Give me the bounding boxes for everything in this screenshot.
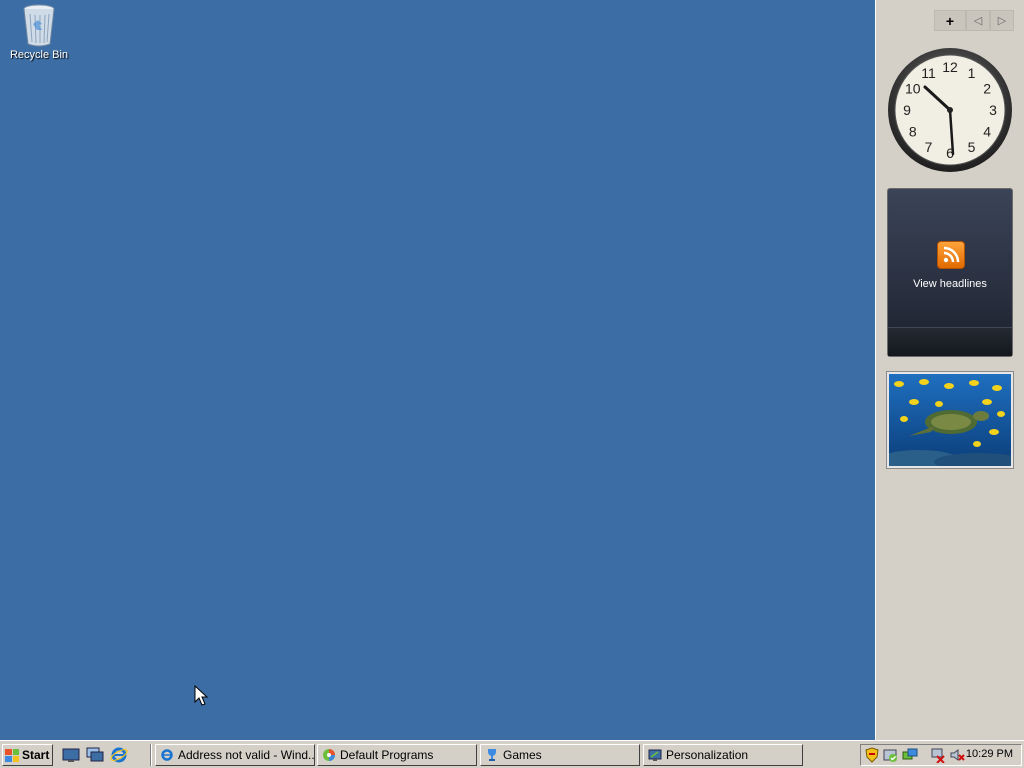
next-page-button[interactable]: ▷	[990, 10, 1014, 31]
task-button-personalization[interactable]: Personalization	[643, 744, 803, 766]
clock-numeral: 2	[983, 81, 991, 97]
task-label: Games	[503, 748, 542, 762]
clock-numeral: 12	[942, 59, 958, 75]
task-button-default-programs[interactable]: Default Programs	[317, 744, 477, 766]
windows-defender-icon[interactable]	[883, 747, 899, 763]
slideshow-gadget[interactable]	[886, 371, 1014, 469]
recycle-bin-label: Recycle Bin	[9, 49, 69, 61]
clock-numeral: 9	[903, 102, 911, 118]
recycle-bin-icon	[23, 4, 55, 47]
network-disconnected-icon[interactable]	[930, 747, 946, 763]
desktop[interactable]: Recycle Bin	[0, 0, 875, 740]
clock-numeral: 11	[921, 65, 936, 81]
switch-windows-icon[interactable]	[86, 746, 104, 764]
task-label: Address not valid - Wind...	[178, 748, 315, 762]
clock-numeral: 7	[925, 139, 933, 155]
volume-muted-icon[interactable]	[949, 747, 965, 763]
previous-page-button[interactable]: ◁	[966, 10, 990, 31]
clock-numeral: 5	[968, 139, 976, 155]
taskbar: Start Address not valid - Wind... Defaul…	[0, 740, 1024, 768]
clock-numeral: 8	[909, 124, 917, 140]
clock-time[interactable]: 10:29 PM	[966, 748, 1013, 760]
view-headlines-link[interactable]: View headlines	[888, 278, 1012, 290]
sidebar-controls: + ◁ ▷	[934, 10, 1014, 31]
mouse-cursor-icon	[194, 685, 208, 706]
feed-gadget-footer	[888, 327, 1012, 356]
clock-numeral: 3	[989, 102, 997, 118]
clock-numeral: 4	[983, 124, 991, 140]
task-button-games[interactable]: Games	[480, 744, 640, 766]
clock-gadget[interactable]: 12 1234567891011	[886, 46, 1014, 174]
task-button-address-not-valid[interactable]: Address not valid - Wind...	[155, 744, 315, 766]
clock-center	[947, 107, 953, 113]
show-desktop-icon[interactable]	[62, 746, 80, 764]
start-label: Start	[22, 748, 50, 762]
internet-explorer-icon	[161, 749, 173, 761]
quick-launch	[62, 746, 128, 764]
windows-logo-icon	[5, 748, 19, 762]
internet-explorer-icon[interactable]	[110, 746, 128, 764]
windows-sidebar: + ◁ ▷ 12 1 2 3 4 5 6 7 8 9 10 11 View headlines	[875, 0, 1024, 740]
clock-numeral: 10	[905, 81, 921, 97]
personalization-icon	[648, 749, 662, 761]
add-gadget-button[interactable]: +	[934, 10, 966, 31]
task-label: Personalization	[666, 748, 749, 762]
games-icon	[488, 749, 496, 761]
security-shield-icon[interactable]	[864, 747, 880, 763]
feed-headlines-gadget[interactable]: View headlines	[887, 188, 1013, 357]
rss-icon	[937, 241, 965, 269]
start-button[interactable]: Start	[2, 744, 53, 766]
desktop-icon-recycle-bin[interactable]: Recycle Bin	[6, 2, 72, 61]
system-tray: 10:29 PM	[860, 744, 1022, 766]
network-icon[interactable]	[902, 747, 918, 763]
default-programs-icon	[323, 749, 335, 761]
task-label: Default Programs	[340, 748, 434, 762]
sea-turtle-image	[889, 374, 1011, 466]
taskbar-separator	[150, 744, 152, 766]
clock-numeral: 1	[968, 65, 976, 81]
